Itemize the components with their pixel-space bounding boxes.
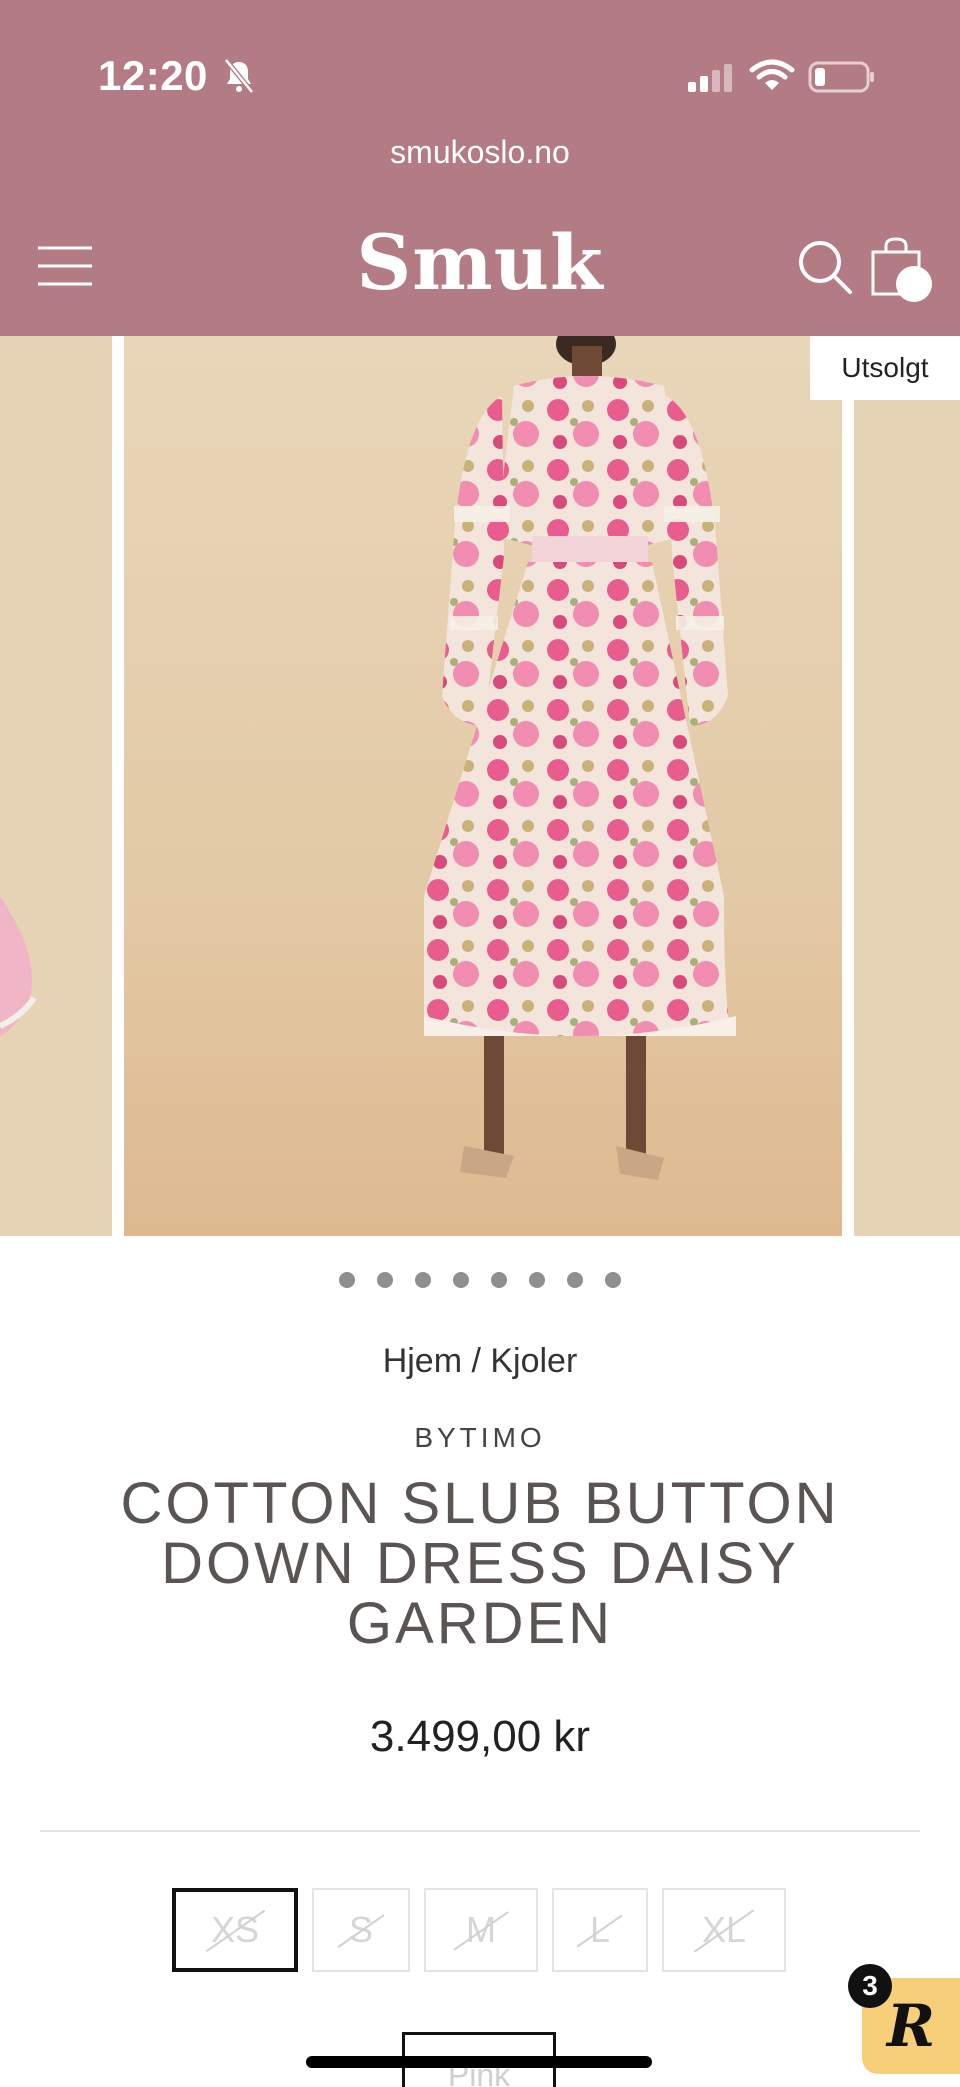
- site-header: 12:20 smukoslo.no Smuk: [0, 0, 960, 336]
- bell-muted-icon: [224, 58, 254, 94]
- carousel-dot[interactable]: [605, 1272, 621, 1288]
- carousel-dot[interactable]: [453, 1272, 469, 1288]
- breadcrumb[interactable]: Hjem / Kjoler: [0, 1342, 960, 1381]
- size-option-s[interactable]: S: [312, 1888, 410, 1972]
- browser-url[interactable]: smukoslo.no: [0, 134, 960, 171]
- carousel-dot[interactable]: [377, 1272, 393, 1288]
- size-option-l[interactable]: L: [552, 1888, 648, 1972]
- product-brand[interactable]: BYTIMO: [0, 1422, 960, 1454]
- carousel-dot[interactable]: [415, 1272, 431, 1288]
- gallery-slide-next[interactable]: [854, 336, 960, 1236]
- wifi-icon: [749, 59, 795, 90]
- product-price: 3.499,00 kr: [369, 1712, 591, 1761]
- home-indicator[interactable]: [306, 2056, 652, 2068]
- carousel-dot[interactable]: [491, 1272, 507, 1288]
- sold-out-badge: Utsolgt: [810, 336, 960, 400]
- reviews-logo-icon: R: [886, 1992, 936, 2060]
- gallery-slide-current[interactable]: [124, 336, 942, 1236]
- reviews-count-badge: 3: [848, 1964, 892, 2008]
- size-option-xl[interactable]: XL: [662, 1888, 786, 1972]
- divider: [40, 1830, 920, 1832]
- carousel-dot[interactable]: [529, 1272, 545, 1288]
- status-time: 12:20: [98, 52, 208, 99]
- product-title: COTTON SLUB BUTTON DOWN DRESS DAISY GARD…: [120, 1471, 840, 1656]
- search-icon[interactable]: [796, 238, 854, 296]
- carousel-dot[interactable]: [567, 1272, 583, 1288]
- product-photo: [424, 336, 736, 1180]
- carousel-dot[interactable]: [339, 1272, 355, 1288]
- product-gallery[interactable]: Utsolgt: [0, 336, 960, 1236]
- dress-hem-partial: [0, 896, 37, 1036]
- carousel-dots: [0, 1272, 960, 1288]
- signal-icon: [688, 64, 732, 92]
- battery-icon: [808, 61, 874, 93]
- gallery-slide-previous[interactable]: [0, 336, 112, 1236]
- size-selector: XS S M L XL: [0, 1888, 960, 1972]
- cart-indicator-dot: [896, 266, 932, 302]
- size-option-xs[interactable]: XS: [172, 1888, 298, 1972]
- size-option-m[interactable]: M: [424, 1888, 538, 1972]
